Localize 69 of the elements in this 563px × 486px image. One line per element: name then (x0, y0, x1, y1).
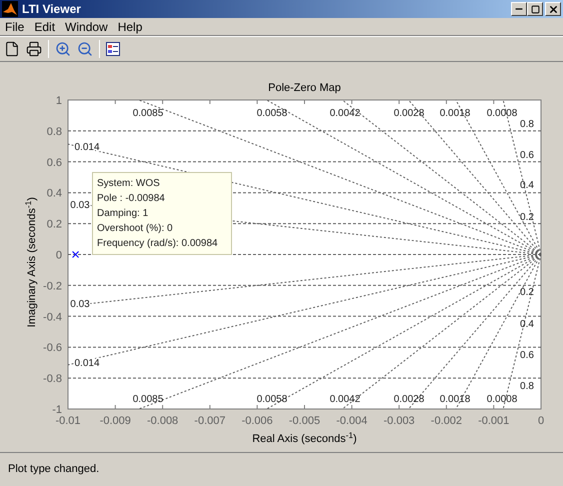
print-icon[interactable] (26, 41, 42, 57)
maximize-icon (530, 4, 540, 14)
status-text: Plot type changed. (8, 462, 100, 478)
frequency-label: 0.8 (520, 119, 534, 130)
maximize-button[interactable] (527, 2, 543, 16)
x-tick-label: -0.007 (194, 415, 226, 427)
damping-label: 0.0008 (486, 394, 518, 405)
x-axis-label: Real Axis (seconds$^{-1}$) (252, 433, 357, 445)
damping-label: 0.0085 (132, 108, 164, 119)
y-tick-label: 1 (56, 95, 62, 107)
damping-label: 0.0028 (394, 394, 424, 405)
frequency-label: 0.6 (520, 150, 534, 161)
damping-label: 0.03 (70, 299, 90, 310)
close-button[interactable] (545, 2, 561, 16)
y-tick-label: 0.8 (46, 126, 62, 138)
x-tick-label: -0.009 (100, 415, 131, 427)
y-tick-label: 0.4 (46, 188, 62, 200)
x-tick-label: -0.005 (288, 415, 320, 427)
tooltip-line: Damping: 1 (97, 207, 150, 221)
y-tick-label: -1 (52, 404, 62, 416)
zoom-out-icon[interactable] (77, 41, 93, 57)
chart-title: Pole-Zero Map (268, 82, 341, 94)
plot-configuration-icon[interactable] (106, 42, 120, 56)
damping-label: 0.03 (70, 200, 90, 211)
tooltip-line: Overshoot (%): 0 (97, 222, 174, 236)
x-tick-label: 0 (538, 415, 544, 427)
app-icon (2, 1, 18, 17)
tooltip-line: System: WOS (97, 177, 161, 191)
menu-item[interactable]: Window (60, 18, 113, 36)
x-tick-label: -0.01 (55, 415, 81, 427)
y-tick-label: -0.2 (43, 280, 62, 292)
damping-label: 0.0058 (256, 108, 288, 119)
x-tick-label: -0.003 (384, 415, 415, 427)
y-tick-label: -0.6 (43, 342, 62, 354)
damping-label: 0.014 (74, 358, 100, 369)
frequency-label: 0.2 (520, 287, 534, 298)
x-tick-label: -0.002 (430, 415, 462, 427)
damping-label: 0.0028 (394, 108, 424, 119)
x-tick-label: -0.004 (336, 415, 368, 427)
damping-label: 0.0018 (440, 394, 470, 405)
frequency-label: 0.2 (520, 212, 534, 223)
damping-label: 0.0042 (330, 394, 360, 405)
damping-label: 0.0058 (256, 394, 288, 405)
frequency-label: 0.8 (520, 381, 534, 392)
damping-label: 0.0018 (440, 108, 470, 119)
frequency-label: 0.6 (520, 350, 534, 361)
damping-label: 0.0008 (486, 108, 518, 119)
minimize-button[interactable] (511, 2, 527, 16)
y-tick-label: 0.2 (46, 218, 62, 231)
close-icon (548, 4, 558, 14)
y-tick-label: -0.4 (43, 311, 62, 324)
tooltip-line: Frequency (rad/s): 0.00984 (97, 237, 219, 251)
y-tick-label: 0 (56, 250, 62, 262)
tooltip-line: Pole : -0.00984 (97, 192, 166, 206)
damping-label: 0.0085 (132, 394, 164, 405)
x-tick-label: -0.001 (478, 415, 510, 427)
window-title: LTI Viewer (22, 1, 81, 18)
menu-item[interactable]: Help (112, 18, 148, 36)
y-tick-label: -0.8 (43, 373, 62, 386)
menu-item[interactable]: Edit (29, 18, 60, 36)
frequency-label: 0.4 (520, 180, 534, 191)
damping-label: 0.0042 (330, 108, 360, 119)
menu-item[interactable]: File (0, 18, 30, 36)
y-tick-label: 0.6 (46, 156, 62, 169)
x-tick-label: -0.008 (147, 415, 178, 427)
new-file-icon[interactable] (4, 41, 20, 57)
frequency-label: 0.4 (520, 319, 534, 330)
x-tick-label: -0.006 (242, 415, 273, 427)
zoom-in-icon[interactable] (55, 41, 71, 57)
